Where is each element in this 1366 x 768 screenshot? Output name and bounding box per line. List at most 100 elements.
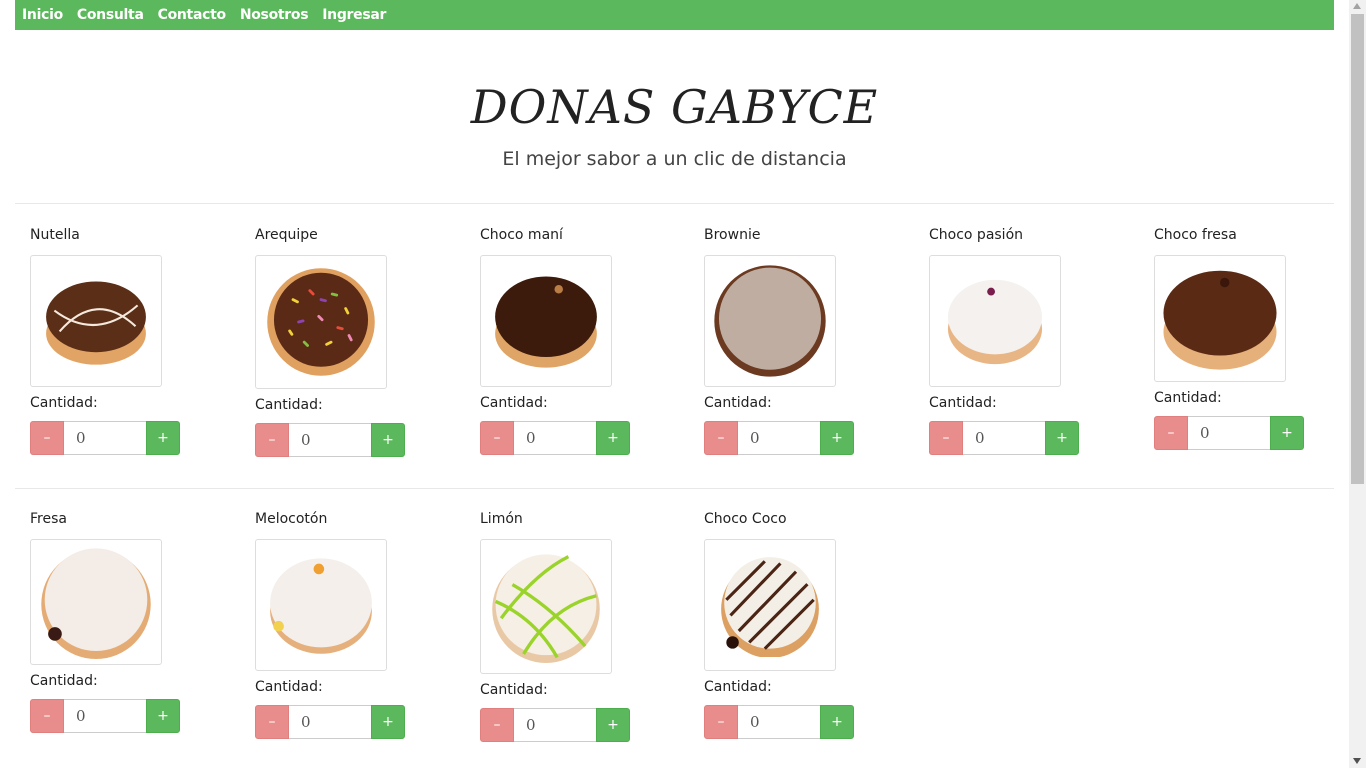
- quantity-input[interactable]: [64, 699, 146, 733]
- decrement-button[interactable]: –: [480, 421, 514, 455]
- hero-header: DONAS GABYCE El mejor sabor a un clic de…: [15, 30, 1334, 204]
- increment-button[interactable]: +: [596, 421, 630, 455]
- quantity-input[interactable]: [514, 421, 596, 455]
- scrollbar-thumb[interactable]: [1351, 14, 1364, 484]
- product-name: Choco fresa: [1154, 227, 1237, 243]
- increment-button[interactable]: +: [1045, 421, 1079, 455]
- quantity-input[interactable]: [963, 421, 1045, 455]
- product-card-choco-pasion: Choco pasión Cantidad: – +: [929, 225, 1129, 455]
- product-image: [480, 539, 612, 674]
- decrement-button[interactable]: –: [255, 423, 289, 457]
- product-name: Choco Coco: [704, 511, 787, 527]
- quantity-input[interactable]: [289, 423, 371, 457]
- quantity-input[interactable]: [64, 421, 146, 455]
- lime-glazed-donut-icon: [492, 553, 600, 663]
- quantity-stepper: – +: [704, 705, 904, 739]
- product-name: Limón: [480, 511, 523, 527]
- nav-consulta[interactable]: Consulta: [77, 7, 144, 23]
- scroll-down-icon[interactable]: [1353, 758, 1361, 764]
- quantity-label: Cantidad:: [704, 679, 772, 695]
- quantity-stepper: – +: [255, 705, 455, 739]
- quantity-stepper: – +: [255, 423, 455, 457]
- product-image: [480, 255, 612, 387]
- page-subtitle: El mejor sabor a un clic de distancia: [502, 148, 847, 170]
- product-card-arequipe: Arequipe Cantidad: – +: [255, 225, 455, 457]
- decrement-button[interactable]: –: [704, 421, 738, 455]
- product-card-choco-coco: Choco Coco Cantidad: – +: [704, 509, 904, 739]
- vertical-scrollbar[interactable]: [1349, 0, 1366, 768]
- quantity-label: Cantidad:: [480, 395, 548, 411]
- quantity-label: Cantidad:: [255, 397, 323, 413]
- quantity-input[interactable]: [1188, 416, 1270, 450]
- nav-inicio[interactable]: Inicio: [22, 7, 63, 23]
- product-name: Nutella: [30, 227, 80, 243]
- quantity-label: Cantidad:: [255, 679, 323, 695]
- quantity-label: Cantidad:: [30, 673, 98, 689]
- quantity-stepper: – +: [1154, 416, 1354, 450]
- product-card-brownie: Brownie Cantidad: – +: [704, 225, 904, 455]
- product-image: [255, 539, 387, 671]
- sugar-donut-icon: [947, 279, 1043, 365]
- increment-button[interactable]: +: [820, 705, 854, 739]
- product-image: [704, 255, 836, 387]
- product-name: Brownie: [704, 227, 761, 243]
- sugar-donut-icon: [270, 558, 372, 654]
- increment-button[interactable]: +: [596, 708, 630, 742]
- sugar-donut-icon: [41, 548, 151, 659]
- page-title: DONAS GABYCE: [470, 80, 879, 134]
- decrement-button[interactable]: –: [30, 421, 64, 455]
- decrement-button[interactable]: –: [30, 699, 64, 733]
- product-image: [704, 539, 836, 671]
- row-divider: [15, 488, 1334, 489]
- nav-contacto[interactable]: Contacto: [158, 7, 227, 23]
- product-card-melocoton: Melocotón Cantidad: – +: [255, 509, 455, 739]
- quantity-input[interactable]: [289, 705, 371, 739]
- product-card-nutella: Nutella Cantidad: – +: [30, 225, 230, 455]
- product-card-choco-mani: Choco maní Cantidad: – +: [480, 225, 680, 455]
- quantity-stepper: – +: [480, 708, 680, 742]
- striped-donut-icon: [721, 557, 819, 657]
- quantity-stepper: – +: [704, 421, 904, 455]
- quantity-label: Cantidad:: [30, 395, 98, 411]
- increment-button[interactable]: +: [371, 705, 405, 739]
- product-card-fresa: Fresa Cantidad: – +: [30, 509, 230, 733]
- decrement-button[interactable]: –: [255, 705, 289, 739]
- top-navbar: Inicio Consulta Contacto Nosotros Ingres…: [15, 0, 1334, 30]
- product-name: Choco pasión: [929, 227, 1024, 243]
- nav-nosotros[interactable]: Nosotros: [240, 7, 309, 23]
- product-name: Melocotón: [255, 511, 328, 527]
- product-name: Arequipe: [255, 227, 318, 243]
- quantity-label: Cantidad:: [1154, 390, 1222, 406]
- increment-button[interactable]: +: [820, 421, 854, 455]
- decrement-button[interactable]: –: [480, 708, 514, 742]
- product-image: [30, 539, 162, 665]
- increment-button[interactable]: +: [371, 423, 405, 457]
- product-name: Choco maní: [480, 227, 563, 243]
- scroll-up-icon[interactable]: [1353, 3, 1361, 9]
- increment-button[interactable]: +: [1270, 416, 1304, 450]
- product-image: [30, 255, 162, 387]
- quantity-stepper: – +: [929, 421, 1129, 455]
- product-image: [255, 255, 387, 389]
- product-image: [929, 255, 1061, 387]
- decrement-button[interactable]: –: [929, 421, 963, 455]
- quantity-label: Cantidad:: [704, 395, 772, 411]
- quantity-label: Cantidad:: [929, 395, 997, 411]
- product-name: Fresa: [30, 511, 67, 527]
- nutella-donut-icon: [46, 281, 146, 365]
- product-card-choco-fresa: Choco fresa Cantidad: – +: [1154, 225, 1354, 450]
- decrement-button[interactable]: –: [1154, 416, 1188, 450]
- quantity-stepper: – +: [480, 421, 680, 455]
- quantity-input[interactable]: [514, 708, 596, 742]
- nav-ingresar[interactable]: Ingresar: [322, 7, 386, 23]
- brownie-donut-icon: [714, 265, 826, 377]
- quantity-input[interactable]: [738, 421, 820, 455]
- chocolate-donut-icon: [495, 276, 597, 368]
- sprinkles-donut-icon: [267, 268, 375, 376]
- increment-button[interactable]: +: [146, 421, 180, 455]
- chocolate-donut-icon: [1163, 270, 1277, 370]
- increment-button[interactable]: +: [146, 699, 180, 733]
- quantity-input[interactable]: [738, 705, 820, 739]
- decrement-button[interactable]: –: [704, 705, 738, 739]
- quantity-label: Cantidad:: [480, 682, 548, 698]
